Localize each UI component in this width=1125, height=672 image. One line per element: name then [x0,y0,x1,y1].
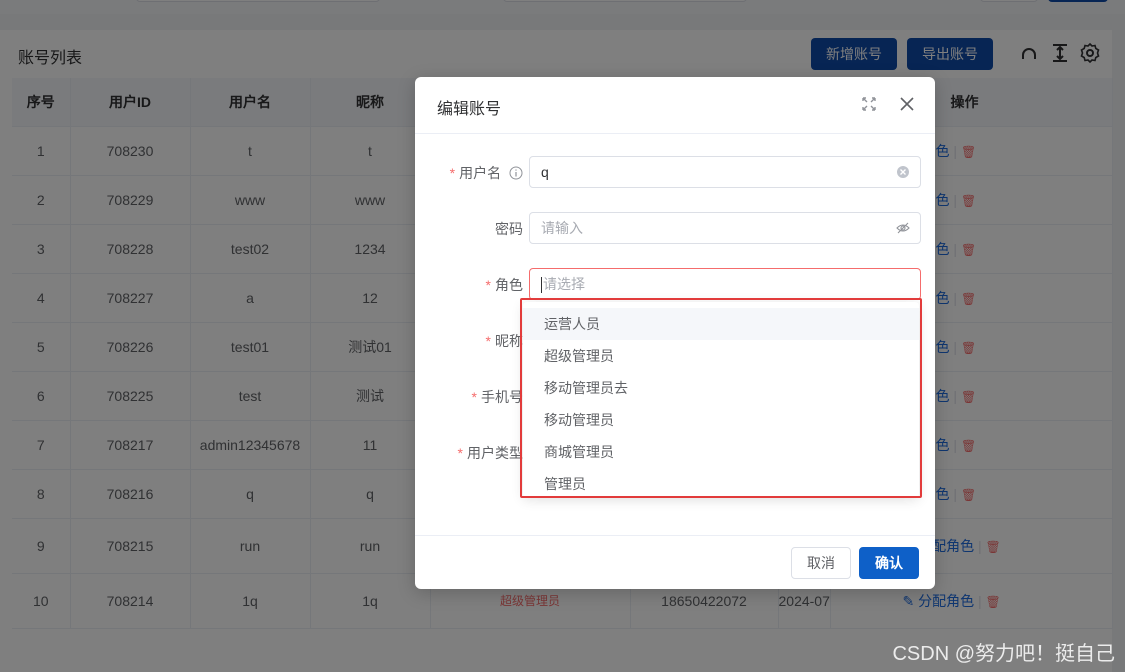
close-icon[interactable] [898,95,916,113]
password-label: 密码 [415,219,523,239]
info-icon[interactable] [509,166,523,180]
dialog-footer-divider [415,535,935,536]
required-mark: * [485,277,491,293]
nickname-label-text: 昵称 [495,333,523,349]
required-mark: * [485,333,491,349]
phone-label-text: 手机号 [481,389,523,405]
highlight-annotation-box [520,298,922,498]
password-label-text: 密码 [495,221,523,237]
username-label: * 用户名 [415,163,523,183]
user-type-label: * 用户类型 [415,443,523,463]
required-mark: * [449,165,456,181]
user-type-label-text: 用户类型 [467,445,523,461]
username-input[interactable]: q [529,156,921,188]
nickname-label: * 昵称 [415,331,523,351]
watermark: CSDN @努力吧！挺自己 [892,643,1115,665]
eye-hidden-icon[interactable] [896,221,910,235]
role-select[interactable]: 请选择 [529,268,921,300]
confirm-button[interactable]: 确认 [859,547,919,579]
fullscreen-icon[interactable] [860,95,878,113]
username-label-text: 用户名 [459,165,502,181]
phone-label: * 手机号 [415,387,523,407]
required-mark: * [471,389,477,405]
username-value: q [541,164,549,180]
text-caret [541,277,542,294]
dialog-header-divider [415,133,935,134]
clear-icon[interactable] [896,165,910,179]
role-label-text: 角色 [495,277,523,293]
password-input[interactable]: 请输入 [529,212,921,244]
dialog-title: 编辑账号 [437,101,502,118]
required-mark: * [457,445,463,461]
role-label: * 角色 [415,275,523,295]
role-placeholder: 请选择 [543,276,585,292]
password-placeholder: 请输入 [541,220,583,236]
cancel-button[interactable]: 取消 [791,547,851,579]
